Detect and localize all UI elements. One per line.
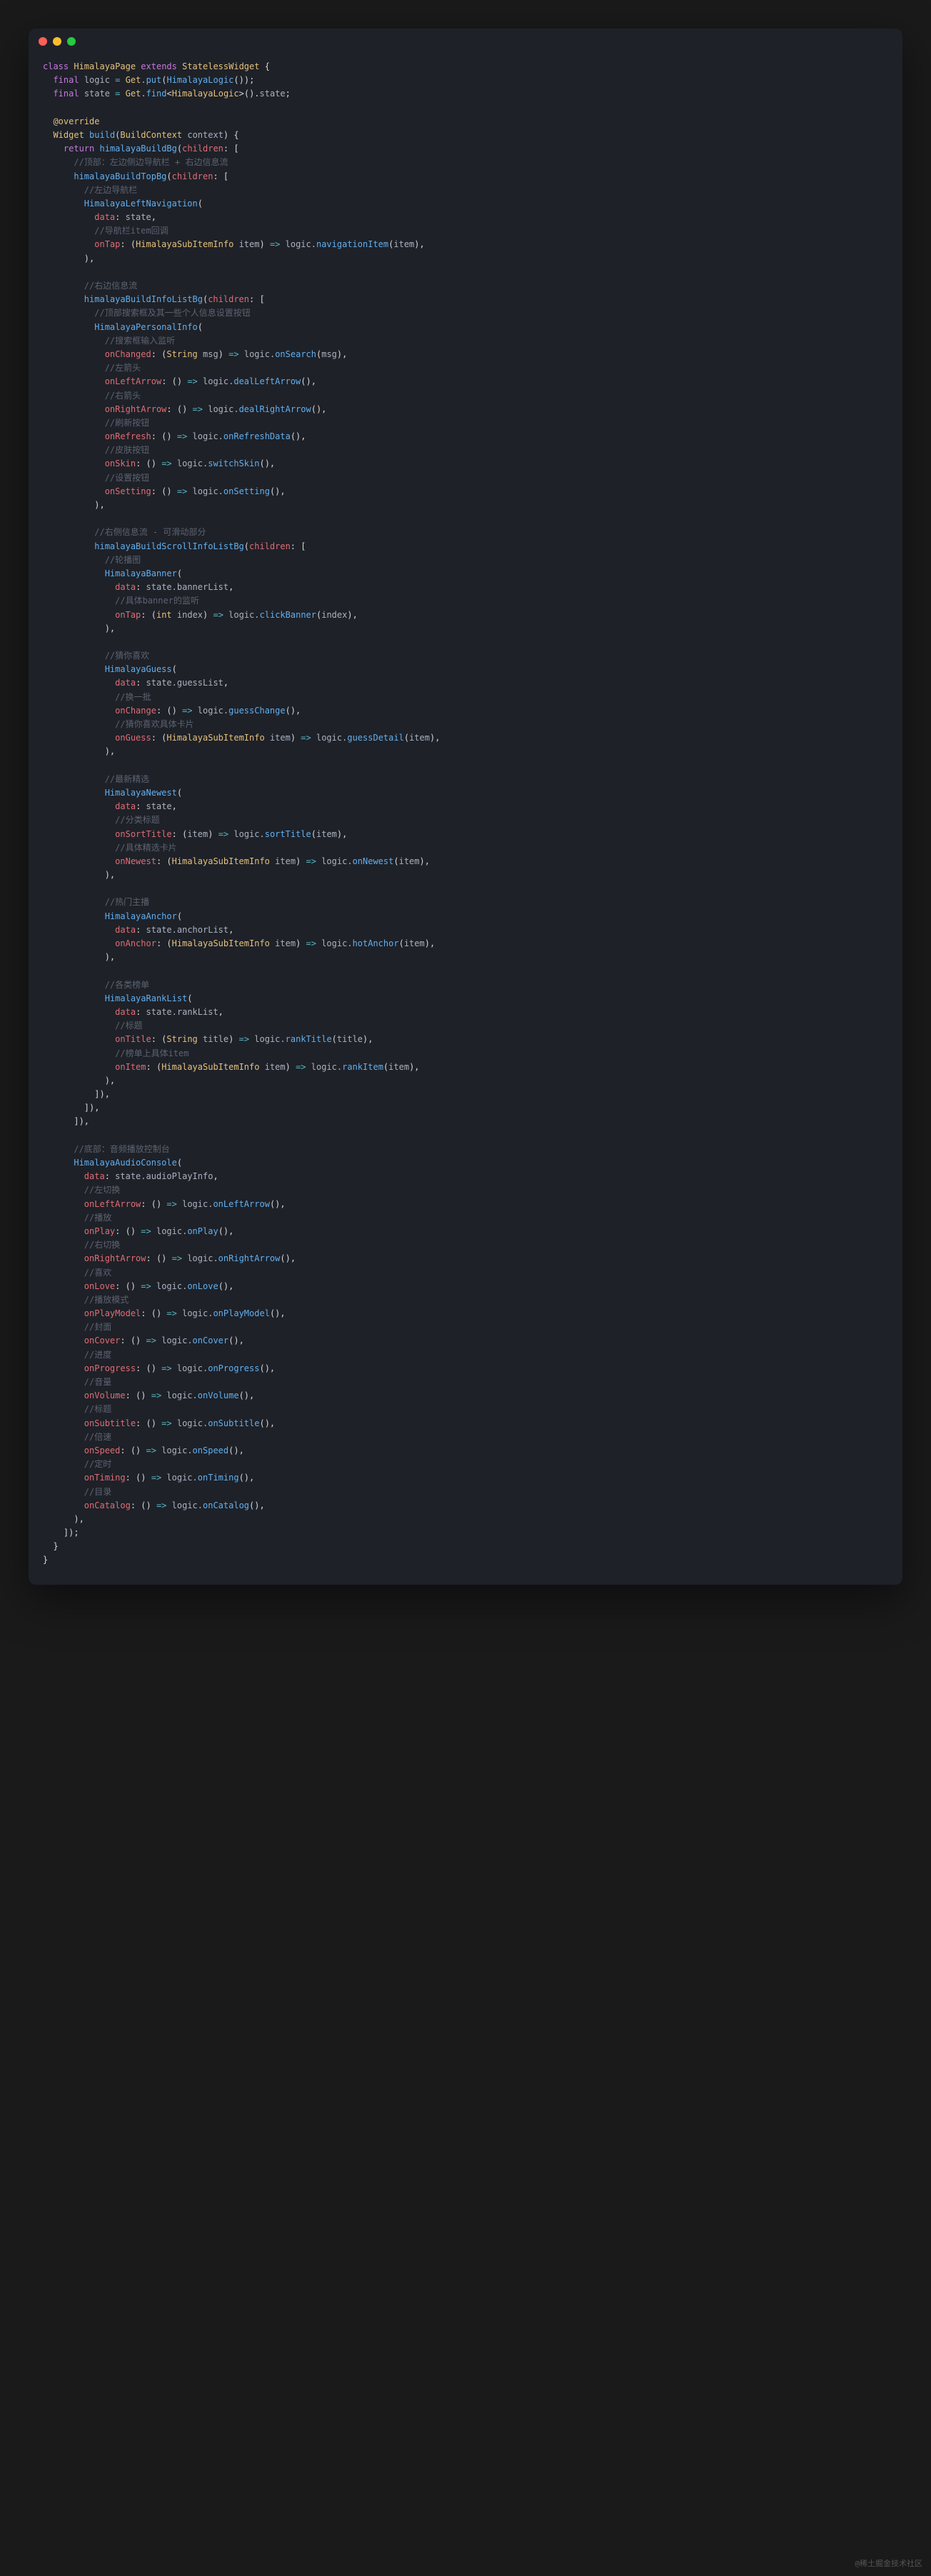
comment: //热门主播: [105, 897, 149, 907]
comment: //标题: [84, 1404, 111, 1414]
comment: //封面: [84, 1322, 111, 1332]
keyword-extends: extends: [141, 61, 177, 71]
comment: //标题: [115, 1021, 142, 1031]
comment: //搜索框输入监听: [105, 336, 175, 346]
class-name: HimalayaPage: [74, 61, 136, 71]
comment: //音量: [84, 1377, 111, 1387]
comment: //定时: [84, 1459, 111, 1469]
type: Widget: [53, 130, 84, 140]
code-editor[interactable]: class HimalayaPage extends StatelessWidg…: [29, 54, 902, 1585]
comment: //左箭头: [105, 363, 141, 373]
keyword-class: class: [43, 61, 69, 71]
comment: //设置按钮: [105, 473, 149, 483]
comment: //右箭头: [105, 391, 141, 401]
comment: //导航栏item回调: [94, 226, 168, 236]
comment: //喜欢: [84, 1268, 111, 1278]
comment: //顶部：左边侧边导航栏 + 右边信息流: [74, 157, 228, 167]
comment: //最新精选: [105, 774, 149, 784]
comment: //猜你喜欢具体卡片: [115, 719, 193, 729]
comment: //左边导航栏: [84, 185, 137, 195]
close-icon[interactable]: [39, 37, 47, 46]
maximize-icon[interactable]: [67, 37, 76, 46]
comment: //右侧信息流 - 可滑动部分: [94, 527, 206, 537]
class-name: StatelessWidget: [182, 61, 259, 71]
comment: //皮肤按钮: [105, 445, 149, 455]
comment: //顶部搜索框及其一些个人信息设置按钮: [94, 308, 250, 318]
comment: //目录: [84, 1487, 111, 1497]
comment: //榜单上具体item: [115, 1048, 188, 1058]
code-window: class HimalayaPage extends StatelessWidg…: [29, 29, 902, 1585]
comment: //倍速: [84, 1432, 111, 1442]
comment: //左切换: [84, 1185, 120, 1195]
comment: //播放: [84, 1213, 111, 1223]
comment: //具体banner的监听: [115, 596, 199, 606]
comment: //刷新按钮: [105, 418, 149, 428]
comment: //右边信息流: [84, 281, 137, 291]
comment: //进度: [84, 1350, 111, 1360]
keyword-return: return: [64, 144, 94, 154]
comment: //底部：音频播放控制台: [74, 1144, 169, 1154]
window-titlebar: [29, 29, 902, 54]
annotation: @override: [53, 116, 99, 126]
keyword: final: [53, 75, 79, 85]
comment: //具体精选卡片: [115, 843, 176, 853]
comment: //分类标题: [115, 815, 159, 825]
comment: //换一批: [115, 692, 151, 702]
minimize-icon[interactable]: [53, 37, 61, 46]
keyword: final: [53, 89, 79, 99]
comment: //猜你喜欢: [105, 651, 149, 661]
comment: //各类榜单: [105, 980, 149, 990]
watermark: @稀土掘金技术社区: [855, 2557, 922, 2570]
comment: //播放模式: [84, 1295, 129, 1305]
comment: //右切换: [84, 1240, 120, 1250]
comment: //轮播图: [105, 555, 141, 565]
